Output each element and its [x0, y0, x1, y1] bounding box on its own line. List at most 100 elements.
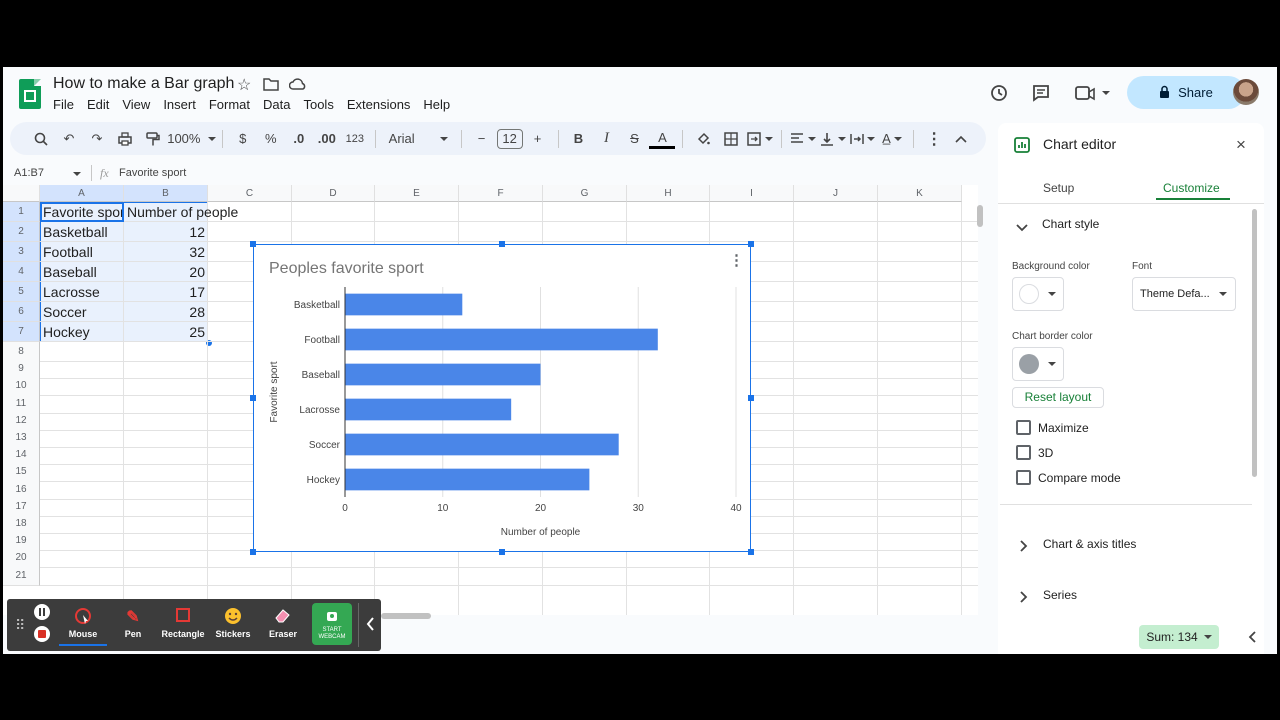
- series-heading[interactable]: Series: [1043, 588, 1077, 602]
- cell-B2[interactable]: 12: [124, 222, 208, 242]
- border-color-dropdown[interactable]: [1012, 347, 1064, 381]
- move-folder-icon[interactable]: [263, 77, 279, 96]
- cell-A6[interactable]: Soccer: [40, 302, 124, 322]
- star-icon[interactable]: ☆: [237, 75, 251, 95]
- cell-B3[interactable]: 32: [124, 242, 208, 262]
- menu-insert[interactable]: Insert: [163, 97, 196, 112]
- document-title[interactable]: How to make a Bar graph: [53, 75, 234, 93]
- resize-handle[interactable]: [250, 549, 256, 555]
- cell-A4[interactable]: Baseball: [40, 262, 124, 282]
- increase-decimal-button[interactable]: .00: [314, 126, 340, 152]
- menu-view[interactable]: View: [122, 97, 150, 112]
- drag-handle-icon[interactable]: ⠿: [15, 617, 25, 634]
- resize-handle[interactable]: [499, 241, 505, 247]
- cell-B4[interactable]: 20: [124, 262, 208, 282]
- italic-icon[interactable]: I: [593, 126, 619, 152]
- cell-B5[interactable]: 17: [124, 282, 208, 302]
- column-header-d[interactable]: D: [292, 185, 375, 202]
- compare-mode-checkbox[interactable]: [1016, 470, 1031, 485]
- font-family-select[interactable]: Arial: [383, 126, 454, 152]
- more-options-icon[interactable]: ⋮: [921, 126, 947, 152]
- cell-B7[interactable]: 25: [124, 322, 208, 342]
- start-webcam-button[interactable]: START WEBCAM: [312, 603, 352, 645]
- collapse-toolbar-icon[interactable]: [948, 126, 974, 152]
- borders-icon[interactable]: [718, 126, 744, 152]
- tool-stickers[interactable]: Stickers: [209, 602, 257, 646]
- menu-data[interactable]: Data: [263, 97, 290, 112]
- cloud-status-icon[interactable]: [288, 77, 307, 96]
- resize-handle[interactable]: [748, 395, 754, 401]
- vertical-align-icon[interactable]: [819, 126, 847, 152]
- horizontal-scrollbar[interactable]: [381, 613, 431, 619]
- resize-handle[interactable]: [250, 241, 256, 247]
- panel-scrollbar[interactable]: [1252, 209, 1257, 477]
- column-header-a[interactable]: A: [40, 185, 124, 202]
- column-header-h[interactable]: H: [627, 185, 710, 202]
- account-avatar[interactable]: [1233, 79, 1259, 105]
- resize-handle[interactable]: [748, 241, 754, 247]
- column-header-e[interactable]: E: [375, 185, 459, 202]
- meet-video-icon[interactable]: [1075, 84, 1111, 107]
- sheets-logo-icon[interactable]: [19, 79, 41, 109]
- name-box[interactable]: A1:B7: [14, 167, 44, 179]
- menu-tools[interactable]: Tools: [303, 97, 333, 112]
- column-header-k[interactable]: K: [878, 185, 962, 202]
- vertical-scrollbar[interactable]: [977, 205, 983, 227]
- decrease-font-size-button[interactable]: −: [469, 126, 495, 152]
- menu-extensions[interactable]: Extensions: [347, 97, 411, 112]
- decrease-decimal-button[interactable]: .0: [286, 126, 312, 152]
- bar-chart[interactable]: Peoples favorite sport 0 10 20 30 40 Basketbal…: [250, 241, 754, 555]
- bold-icon[interactable]: B: [565, 126, 591, 152]
- horizontal-align-icon[interactable]: [789, 126, 817, 152]
- chart-style-heading[interactable]: Chart style: [1042, 217, 1099, 231]
- column-header-b[interactable]: B: [124, 185, 208, 202]
- resize-handle[interactable]: [748, 549, 754, 555]
- resize-handle[interactable]: [499, 549, 505, 555]
- menu-help[interactable]: Help: [423, 97, 450, 112]
- print-icon[interactable]: [112, 126, 138, 152]
- share-button[interactable]: Share: [1127, 76, 1245, 109]
- chevron-down-icon[interactable]: [73, 172, 81, 176]
- menu-format[interactable]: Format: [209, 97, 250, 112]
- stop-record-icon[interactable]: [34, 626, 50, 642]
- paint-format-icon[interactable]: [140, 126, 166, 152]
- strikethrough-icon[interactable]: S: [621, 126, 647, 152]
- cell-A7[interactable]: Hockey: [40, 322, 124, 342]
- close-icon[interactable]: ×: [1236, 135, 1246, 155]
- select-all-corner[interactable]: [3, 185, 40, 202]
- column-header-i[interactable]: I: [710, 185, 794, 202]
- reset-layout-button[interactable]: Reset layout: [1012, 387, 1104, 408]
- text-rotation-icon[interactable]: A̲: [878, 126, 906, 152]
- row-header-7[interactable]: 7: [3, 322, 40, 342]
- tool-rectangle[interactable]: Rectangle: [159, 602, 207, 646]
- tool-eraser[interactable]: Eraser: [259, 602, 307, 646]
- chevron-right-icon[interactable]: [1020, 539, 1028, 557]
- bg-color-dropdown[interactable]: [1012, 277, 1064, 311]
- tool-mouse[interactable]: Mouse: [59, 602, 107, 646]
- zoom-select[interactable]: 100%: [167, 126, 216, 152]
- cell-A3[interactable]: Football: [40, 242, 124, 262]
- chevron-down-icon[interactable]: [1016, 219, 1028, 237]
- more-formats-button[interactable]: 123: [342, 126, 368, 152]
- undo-icon[interactable]: ↶: [56, 126, 82, 152]
- fill-color-icon[interactable]: [690, 126, 716, 152]
- font-size-input[interactable]: 12: [496, 128, 523, 149]
- text-wrapping-icon[interactable]: [849, 126, 877, 152]
- resize-handle[interactable]: [250, 395, 256, 401]
- maximize-checkbox[interactable]: [1016, 420, 1031, 435]
- row-header-6[interactable]: 6: [3, 302, 40, 322]
- percent-format-button[interactable]: %: [258, 126, 284, 152]
- increase-font-size-button[interactable]: +: [525, 126, 551, 152]
- merge-cells-icon[interactable]: [746, 126, 774, 152]
- font-dropdown[interactable]: Theme Defa...: [1132, 277, 1236, 311]
- redo-icon[interactable]: ↷: [84, 126, 110, 152]
- row-header-21[interactable]: 21: [3, 565, 40, 586]
- pause-icon[interactable]: [34, 604, 50, 620]
- menu-file[interactable]: File: [53, 97, 74, 112]
- cell-B6[interactable]: 28: [124, 302, 208, 322]
- row-header-4[interactable]: 4: [3, 262, 40, 282]
- search-menus-icon[interactable]: [28, 126, 54, 152]
- comments-icon[interactable]: [1031, 83, 1051, 108]
- chart-axis-titles-heading[interactable]: Chart & axis titles: [1043, 537, 1136, 551]
- cell-A5[interactable]: Lacrosse: [40, 282, 124, 302]
